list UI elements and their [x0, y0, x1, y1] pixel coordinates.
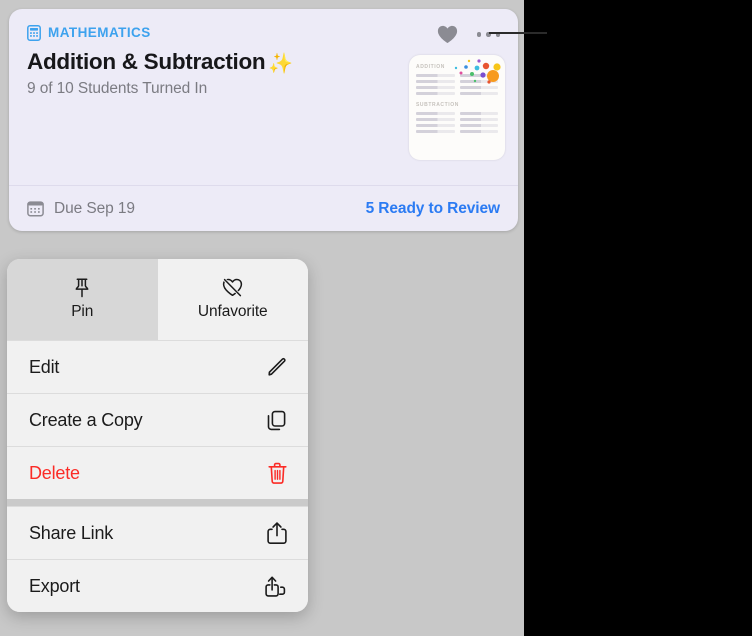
assignment-card[interactable]: MATHEMATICS Addition & Subtraction ✨ 9 o…	[9, 9, 518, 231]
thumbnail-line	[459, 112, 498, 115]
thumbnail-line	[459, 118, 498, 121]
thumbnail-line	[416, 118, 455, 121]
share-icon	[266, 521, 288, 545]
subject-label: MATHEMATICS	[48, 25, 151, 40]
menu-action-unfavorite[interactable]: Unfavorite	[157, 259, 308, 340]
due-date-group: Due Sep 19	[27, 200, 135, 218]
menu-item-edit-label: Edit	[29, 356, 60, 377]
thumbnail-line	[459, 130, 498, 133]
ellipsis-icon[interactable]	[475, 25, 503, 44]
menu-item-delete-label: Delete	[29, 462, 80, 483]
thumbnail-heading-subtraction: SUBTRACTION	[416, 102, 459, 108]
card-footer: Due Sep 19 5 Ready to Review	[9, 185, 518, 231]
thumbnail-line	[416, 130, 455, 133]
duplicate-icon	[265, 409, 288, 432]
due-date-text: Due Sep 19	[54, 199, 135, 217]
thumbnail-line	[459, 86, 498, 89]
menu-action-pin-label: Pin	[71, 303, 94, 320]
thumbnail-line	[416, 124, 455, 127]
menu-item-export[interactable]: Export	[7, 559, 308, 612]
calendar-icon	[27, 200, 44, 217]
heart-filled-icon[interactable]	[437, 25, 458, 44]
worksheet-thumbnail[interactable]: ADDITION SUBTRACTION	[409, 55, 505, 160]
menu-item-create-a-copy[interactable]: Create a Copy	[7, 393, 308, 446]
menu-item-share-link-label: Share Link	[29, 522, 114, 543]
thumbnail-problem-grid	[416, 112, 498, 133]
ready-to-review-link[interactable]: 5 Ready to Review	[366, 200, 501, 218]
callout-leader-line	[489, 32, 547, 34]
export-stacked-icon	[263, 574, 288, 598]
menu-action-pin[interactable]: Pin	[7, 259, 158, 340]
menu-item-delete[interactable]: Delete	[7, 446, 308, 499]
card-actions	[437, 25, 503, 44]
menu-item-export-label: Export	[29, 575, 80, 596]
thumbnail-line	[416, 74, 455, 77]
confetti-decoration-icon	[454, 59, 501, 84]
menu-item-edit[interactable]: Edit	[7, 340, 308, 393]
ellipsis-dot	[476, 32, 481, 37]
trash-icon	[267, 462, 288, 485]
heart-slash-icon	[222, 278, 243, 298]
pencil-icon	[266, 356, 288, 378]
menu-item-create-a-copy-label: Create a Copy	[29, 409, 143, 430]
assignment-card-body: MATHEMATICS Addition & Subtraction ✨ 9 o…	[9, 9, 518, 185]
thumbnail-line	[459, 92, 498, 95]
context-menu-top-actions: Pin Unfavorite	[7, 259, 308, 340]
thumbnail-line	[416, 92, 455, 95]
thumbnail-line	[416, 112, 455, 115]
thumbnail-line	[416, 86, 455, 89]
sparkles-icon: ✨	[268, 53, 293, 75]
thumbnail-line	[459, 124, 498, 127]
calculator-icon	[27, 24, 41, 41]
context-menu: Pin Unfavorite Edit Create a Copy Delete…	[7, 259, 308, 612]
menu-group-separator	[7, 499, 308, 506]
thumbnail-line	[416, 80, 455, 83]
pin-icon	[73, 278, 91, 298]
menu-item-share-link[interactable]: Share Link	[7, 506, 308, 559]
menu-action-unfavorite-label: Unfavorite	[197, 303, 268, 320]
subject-row: MATHEMATICS	[27, 24, 500, 41]
assignment-title-text: Addition & Subtraction	[27, 49, 266, 74]
